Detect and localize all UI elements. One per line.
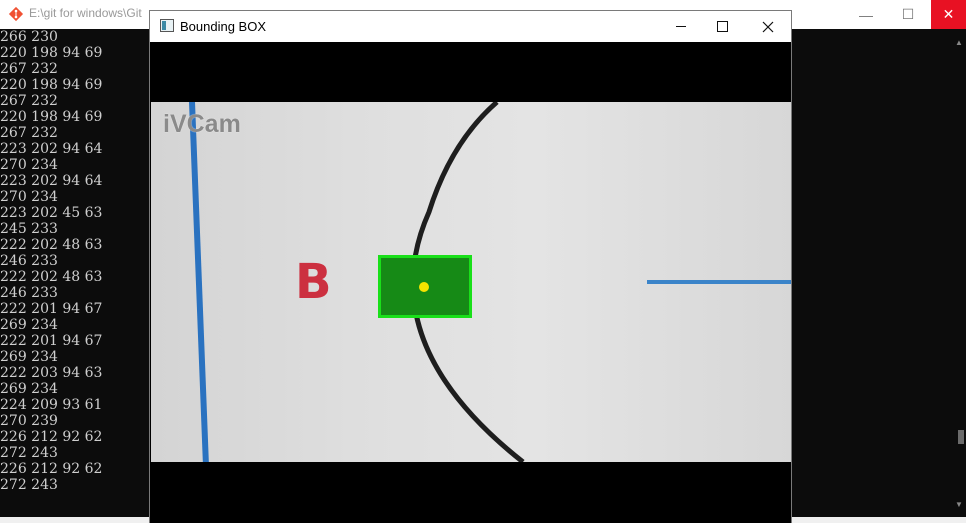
- console-line: 220 198 94 69: [0, 45, 103, 61]
- minimize-icon: —: [859, 6, 873, 23]
- console-line: 226 212 92 62: [0, 429, 103, 445]
- console-line: 226 212 92 62: [0, 461, 103, 477]
- close-icon: [762, 21, 774, 32]
- console-line: 269 234: [0, 381, 58, 397]
- bounding-box-window: Bounding BOX B iVCam: [150, 11, 791, 523]
- console-line: 245 233: [0, 221, 58, 237]
- console-line: 224 209 93 61: [0, 397, 103, 413]
- red-letter: B: [295, 254, 332, 310]
- window-titlebar[interactable]: Bounding BOX: [150, 11, 791, 42]
- window-title: Bounding BOX: [180, 19, 267, 34]
- console-line: 267 232: [0, 125, 58, 141]
- console-line: 220 198 94 69: [0, 109, 103, 125]
- console-line: 222 202 48 63: [0, 237, 103, 253]
- console-line: 269 234: [0, 349, 58, 365]
- console-line: 222 202 48 63: [0, 269, 103, 285]
- console-line: 246 233: [0, 285, 58, 301]
- console-line: 272 243: [0, 445, 58, 461]
- console-line: 222 201 94 67: [0, 333, 103, 349]
- console-line: 246 233: [0, 253, 58, 269]
- console-scroll-thumb[interactable]: [958, 430, 964, 444]
- console-line: 270 234: [0, 189, 58, 205]
- maximize-icon: ☐: [901, 6, 915, 22]
- ivcam-watermark: iVCam: [163, 110, 241, 138]
- console-line: 223 202 94 64: [0, 173, 103, 189]
- close-icon: ✕: [942, 6, 955, 22]
- console-line: 267 232: [0, 93, 58, 109]
- camera-frame: B iVCam: [151, 102, 791, 462]
- console-line: 267 232: [0, 61, 58, 77]
- console-maximize-button[interactable]: ☐: [885, 0, 931, 29]
- close-button[interactable]: [745, 11, 791, 42]
- maximize-button[interactable]: [699, 11, 745, 42]
- scroll-down-icon[interactable]: ▼: [955, 500, 963, 509]
- minimize-button[interactable]: [658, 11, 704, 42]
- console-output: 266 230 220 198 94 69 267 232 220 198 94 69…: [0, 29, 150, 493]
- console-line: 223 202 94 64: [0, 141, 103, 157]
- window-app-icon: [160, 19, 174, 32]
- minimize-icon: [676, 26, 686, 27]
- console-line: 266 230: [0, 29, 58, 45]
- console-title: E:\git for windows\Git: [29, 6, 142, 20]
- scroll-up-icon[interactable]: ▲: [955, 38, 963, 47]
- console-line: 272 243: [0, 477, 58, 493]
- console-line: 270 239: [0, 413, 58, 429]
- console-close-button[interactable]: ✕: [931, 0, 966, 29]
- console-line: 222 203 94 63: [0, 365, 103, 381]
- console-line: 220 198 94 69: [0, 77, 103, 93]
- console-line: 223 202 45 63: [0, 205, 103, 221]
- git-icon: [8, 6, 24, 22]
- console-minimize-button[interactable]: —: [843, 0, 889, 29]
- console-line: 269 234: [0, 317, 58, 333]
- maximize-icon: [716, 21, 728, 32]
- blue-line-right: [647, 280, 791, 284]
- console-line: 270 234: [0, 157, 58, 173]
- bounding-box-center-dot: [419, 282, 429, 292]
- console-line: 222 201 94 67: [0, 301, 103, 317]
